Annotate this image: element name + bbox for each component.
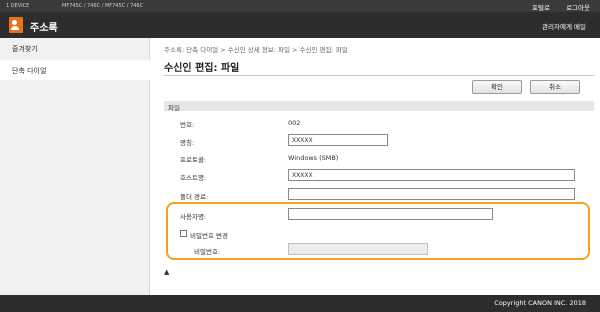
sidebar-item-speed-dial[interactable]: 단축 다이얼	[0, 60, 150, 80]
app-title: 주소록	[30, 23, 58, 34]
title-divider	[164, 75, 594, 76]
sidebar: 즐겨찾기 단축 다이얼	[0, 38, 150, 295]
sidebar-item-label: 단축 다이얼	[12, 67, 47, 75]
username-label: 사용자명:	[180, 213, 207, 221]
password-field	[288, 243, 428, 255]
host-field[interactable]: XXXXX	[288, 169, 575, 181]
sidebar-item-favorites[interactable]: 즐겨찾기	[0, 38, 150, 58]
ok-button[interactable]: 확인	[472, 80, 522, 94]
folder-path-label: 폴더 경로:	[180, 193, 209, 201]
breadcrumb: 주소록: 단축 다이얼 > 수신인 상세 정보: 파일 > 수신인 편집: 파일	[164, 46, 348, 54]
password-label: 비밀번호:	[194, 248, 221, 256]
copyright: Copyright CANON INC. 2018	[494, 299, 586, 307]
change-password-checkbox[interactable]	[180, 230, 187, 237]
change-password-label: 비밀번호 변경	[190, 232, 228, 240]
sidebar-item-label: 즐겨찾기	[12, 45, 38, 53]
device-model-path: MF745C / 746C / MF745C / 746C	[62, 3, 144, 9]
name-field[interactable]: XXXXX	[288, 134, 388, 146]
footer: Copyright CANON INC. 2018	[0, 295, 600, 312]
scroll-to-top-icon[interactable]: ▲	[164, 268, 169, 276]
logout-link[interactable]: 로그아웃	[566, 4, 590, 12]
number-value: 002	[288, 119, 301, 127]
username-field[interactable]	[288, 208, 493, 220]
protocol-value: Windows (SMB)	[288, 154, 339, 162]
host-label: 호스트명:	[180, 174, 207, 182]
page-title: 수신인 편집: 파일	[164, 63, 240, 74]
device-label: 1 DEVICE	[6, 3, 30, 9]
top-bar: 1 DEVICE MF745C / 746C / MF745C / 746C 포…	[0, 0, 600, 12]
top-links: 포털로 로그아웃	[518, 2, 590, 12]
app-header: 주소록 관리자에게 메일	[0, 12, 600, 38]
main-content: 주소록: 단축 다이얼 > 수신인 상세 정보: 파일 > 수신인 편집: 파일…	[150, 38, 600, 295]
section-header: 파일	[164, 101, 594, 112]
address-book-icon	[9, 17, 23, 33]
name-label: 명칭:	[180, 139, 195, 147]
portal-link[interactable]: 포털로	[532, 4, 550, 12]
protocol-label: 프로토콜:	[180, 156, 207, 164]
admin-mail-link[interactable]: 관리자에게 메일	[542, 21, 586, 31]
cancel-button[interactable]: 취소	[530, 80, 580, 94]
folder-path-field[interactable]	[288, 188, 575, 200]
number-label: 번호:	[180, 121, 195, 129]
